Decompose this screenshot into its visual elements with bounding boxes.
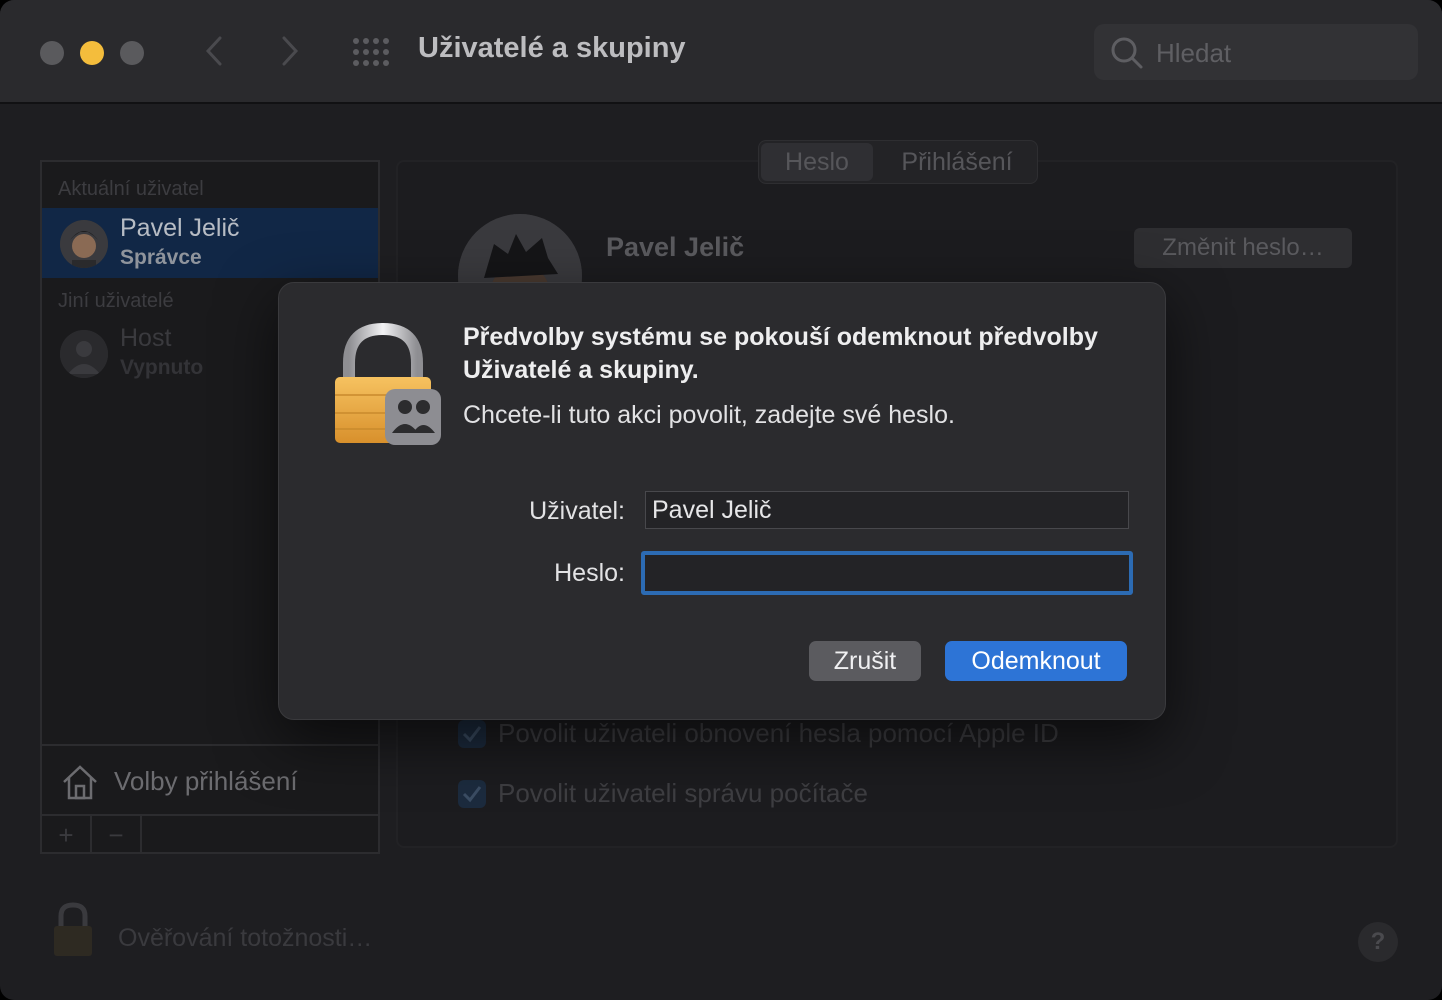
house-icon bbox=[63, 765, 97, 800]
avatar bbox=[60, 220, 108, 268]
lock-users-icon bbox=[335, 323, 441, 445]
close-window-button[interactable] bbox=[40, 41, 64, 65]
unlock-dialog: Předvolby systému se pokouší odemknout p… bbox=[278, 282, 1166, 720]
dialog-subtitle: Chcete-li tuto akci povolit, zadejte své… bbox=[463, 401, 955, 429]
user-field-label: Uživatel: bbox=[529, 497, 625, 525]
minimize-window-button[interactable] bbox=[80, 41, 104, 65]
guest-name: Host bbox=[120, 324, 172, 352]
window-title: Uživatelé a skupiny bbox=[418, 32, 686, 64]
login-options-button[interactable]: Volby přihlášení bbox=[42, 744, 378, 814]
checkbox-label: Povolit uživateli obnovení hesla pomocí … bbox=[498, 718, 1059, 748]
other-users-header: Jiní uživatelé bbox=[58, 290, 174, 312]
login-options-label: Volby přihlášení bbox=[114, 766, 298, 796]
search-placeholder: Hledat bbox=[1156, 38, 1232, 68]
user-name: Pavel Jelič bbox=[120, 214, 240, 242]
unlock-button[interactable]: Odemknout bbox=[945, 641, 1127, 681]
guest-avatar-icon bbox=[60, 330, 108, 378]
title-bar: Uživatelé a skupiny Hledat bbox=[0, 0, 1442, 104]
system-preferences-window: Uživatelé a skupiny Hledat Aktuální uživ… bbox=[0, 0, 1442, 1000]
add-remove-bar: + − bbox=[42, 814, 378, 854]
change-password-button[interactable]: Změnit heslo… bbox=[1134, 228, 1352, 268]
search-field[interactable]: Hledat bbox=[1094, 24, 1418, 80]
guest-status: Vypnuto bbox=[120, 356, 204, 379]
tab-login-items[interactable]: Přihlášení bbox=[879, 143, 1035, 181]
password-field[interactable] bbox=[641, 551, 1133, 595]
detail-user-name: Pavel Jelič bbox=[606, 232, 745, 262]
search-icon bbox=[1111, 37, 1143, 69]
remove-user-button[interactable]: − bbox=[92, 816, 142, 854]
username-field[interactable]: Pavel Jelič bbox=[645, 491, 1129, 529]
user-row-current[interactable]: Pavel Jelič Správce bbox=[42, 208, 378, 278]
checkbox-label: Povolit uživateli správu počítače bbox=[498, 778, 868, 808]
current-user-header: Aktuální uživatel bbox=[58, 178, 204, 200]
user-role: Správce bbox=[120, 246, 202, 269]
back-button[interactable] bbox=[200, 34, 230, 68]
cancel-button[interactable]: Zrušit bbox=[809, 641, 921, 681]
lock-icon[interactable] bbox=[50, 902, 96, 958]
password-field-label: Heslo: bbox=[554, 559, 625, 587]
tab-control: Heslo Přihlášení bbox=[758, 140, 1038, 184]
dialog-title: Předvolby systému se pokouší odemknout p… bbox=[463, 323, 1098, 384]
checkbox-checked-icon bbox=[458, 720, 486, 748]
chevron-left-icon bbox=[205, 36, 222, 66]
chevron-right-icon bbox=[282, 36, 299, 66]
show-all-grid-icon[interactable] bbox=[352, 37, 390, 67]
forward-button[interactable] bbox=[274, 34, 304, 68]
zoom-window-button[interactable] bbox=[120, 41, 144, 65]
tab-password[interactable]: Heslo bbox=[761, 143, 873, 181]
checkbox-checked-icon bbox=[458, 780, 486, 808]
add-user-button[interactable]: + bbox=[42, 816, 92, 854]
help-button[interactable]: ? bbox=[1358, 922, 1398, 962]
authenticating-status: Ověřování totožnosti… bbox=[118, 924, 373, 952]
